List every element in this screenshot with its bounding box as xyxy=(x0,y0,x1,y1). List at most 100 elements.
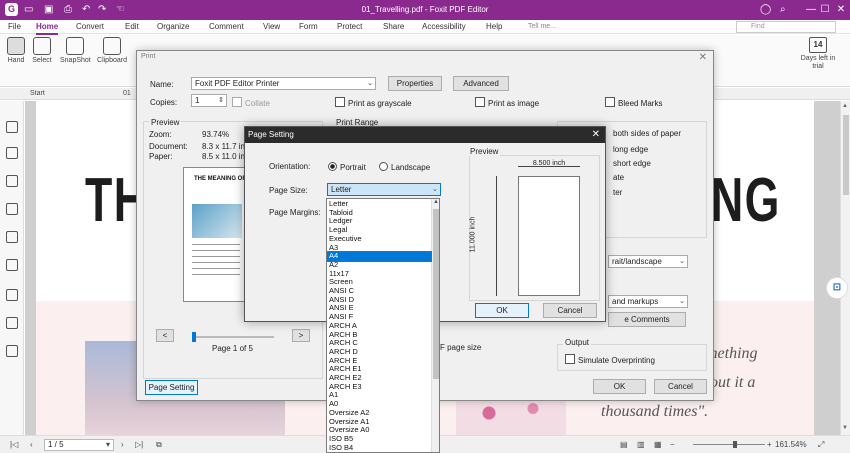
summarize-comments-button[interactable]: e Comments xyxy=(608,312,686,327)
page-number-input[interactable]: 1 / 5 xyxy=(44,439,114,451)
preview-prev-button[interactable]: < xyxy=(156,329,174,342)
comments-forms-select[interactable]: and markups ⌄ xyxy=(608,295,688,308)
prev-page-icon[interactable]: ‹ xyxy=(30,436,33,453)
tell-me-input[interactable]: Tell me... xyxy=(528,21,578,33)
content-icon[interactable] xyxy=(6,289,18,301)
chevron-down-icon: ⌄ xyxy=(679,298,685,305)
menu-share[interactable]: Share xyxy=(383,20,404,34)
comments-forms-value: and markups xyxy=(612,297,659,306)
print-as-image-checkbox[interactable]: Print as image xyxy=(475,97,539,108)
menu-accessibility[interactable]: Accessibility xyxy=(422,20,466,34)
simulate-overprinting-checkbox[interactable]: Simulate Overprinting xyxy=(565,354,655,365)
menu-convert[interactable]: Convert xyxy=(76,20,104,34)
snapshot-tool-button[interactable]: SnapShot xyxy=(60,37,91,64)
advanced-button[interactable]: Advanced xyxy=(453,76,509,91)
portrait-radio[interactable]: Portrait xyxy=(328,162,366,172)
collate-checkbox[interactable]: Collate xyxy=(232,97,270,108)
print-grayscale-checkbox[interactable]: Print as grayscale xyxy=(335,97,412,108)
pages-icon[interactable] xyxy=(6,147,18,159)
menu-comment[interactable]: Comment xyxy=(209,20,244,34)
page-setting-close-icon[interactable]: ✕ xyxy=(592,127,600,143)
quote-line-3: thousand times". xyxy=(601,403,709,420)
zoom-slider[interactable] xyxy=(693,441,765,448)
print-cancel-button[interactable]: Cancel xyxy=(654,379,707,394)
copy-view-icon[interactable]: ⧉ xyxy=(156,436,162,453)
select-tool-button[interactable]: Select xyxy=(27,37,57,64)
landscape-radio[interactable]: Landscape xyxy=(379,162,430,172)
printer-select[interactable]: Foxit PDF Editor Printer ⌄ xyxy=(191,77,376,90)
zoom-out-icon[interactable]: − xyxy=(670,436,675,453)
orientation-select[interactable]: rait/landscape ⌄ xyxy=(608,255,688,268)
find-input[interactable]: Find xyxy=(736,21,836,33)
dropdown-scroll-thumb[interactable] xyxy=(433,209,439,379)
page-dropdown-icon[interactable]: ▾ xyxy=(106,436,110,453)
width-dimension-line xyxy=(518,166,580,167)
paper-size-label: Paper: xyxy=(149,152,173,161)
close-window-button[interactable]: ✕ xyxy=(828,0,850,20)
preview-next-button[interactable]: > xyxy=(292,329,310,342)
clipboard-tool-button[interactable]: Clipboard xyxy=(97,37,127,64)
preview-thumbnail-heading: THE MEANING OF xyxy=(194,176,246,182)
menu-file[interactable]: File xyxy=(8,20,21,34)
menu-home[interactable]: Home xyxy=(36,20,59,35)
menu-edit[interactable]: Edit xyxy=(125,20,139,34)
vertical-scrollbar[interactable]: ▲ ▼ xyxy=(840,101,850,435)
search-icon[interactable]: ⌕ xyxy=(780,2,786,18)
properties-button[interactable]: Properties xyxy=(388,76,442,91)
print-ok-button[interactable]: OK xyxy=(593,379,646,394)
page-setting-titlebar: Page Setting ✕ xyxy=(245,127,605,143)
ai-assistant-icon[interactable]: ⊡ xyxy=(826,277,848,299)
zoom-value[interactable]: 161.54% xyxy=(775,436,807,453)
signature-icon[interactable] xyxy=(6,317,18,329)
page-size-option[interactable]: A3 xyxy=(327,243,431,253)
menu-protect[interactable]: Protect xyxy=(337,20,362,34)
copies-value: 1 xyxy=(195,96,200,105)
fullscreen-icon[interactable]: ⤢ xyxy=(818,436,824,453)
scroll-down-icon[interactable]: ▼ xyxy=(842,425,848,431)
bookmark-icon[interactable] xyxy=(6,121,18,133)
tags-icon[interactable] xyxy=(6,345,18,357)
security-icon[interactable] xyxy=(6,259,18,271)
dropdown-scrollbar[interactable]: ▲ xyxy=(431,199,439,452)
days-left-in-trial[interactable]: 14 Days left in trial xyxy=(796,37,840,71)
attachment-icon[interactable] xyxy=(6,231,18,243)
copies-stepper[interactable]: 1 ⇕ xyxy=(191,94,227,107)
page-size-option[interactable]: A4 xyxy=(327,251,432,262)
page-setting-title: Page Setting xyxy=(248,130,294,139)
last-page-icon[interactable]: ▷| xyxy=(135,436,143,453)
page-size-value: Letter xyxy=(331,185,352,194)
menu-organize[interactable]: Organize xyxy=(157,20,189,34)
page-setting-cancel-button[interactable]: Cancel xyxy=(543,303,597,318)
scrollbar-thumb[interactable] xyxy=(843,115,849,195)
menu-help[interactable]: Help xyxy=(486,20,502,34)
menu-form[interactable]: Form xyxy=(299,20,318,34)
tab-document[interactable]: 01 xyxy=(123,88,131,100)
scroll-up-icon[interactable]: ▲ xyxy=(842,103,848,109)
page-size-option[interactable]: ARCH E3 xyxy=(327,382,431,392)
page-size-dropdown-list[interactable]: ▲ Letter Tabloid Ledger Legal Executive A3 A4 A… xyxy=(326,198,440,453)
user-icon[interactable]: ◯ xyxy=(760,2,771,18)
page-setting-ok-button[interactable]: OK xyxy=(475,303,529,318)
page-setting-button[interactable]: Page Setting xyxy=(145,380,198,395)
scroll-up-icon[interactable]: ▲ xyxy=(433,199,439,205)
print-close-icon[interactable]: ✕ xyxy=(699,52,707,63)
menu-view[interactable]: View xyxy=(263,20,280,34)
page-size-label: Page Size: xyxy=(269,186,308,195)
next-page-icon[interactable]: › xyxy=(121,436,124,453)
preview-page-slider[interactable] xyxy=(192,332,274,342)
preview-thumbnail-image xyxy=(192,204,242,238)
page-size-option[interactable]: A1 xyxy=(327,391,431,400)
zoom-in-icon[interactable]: + xyxy=(767,436,772,453)
page-size-select[interactable]: Letter ⌄ xyxy=(327,183,441,196)
comments-icon[interactable] xyxy=(6,175,18,187)
facing-page-icon[interactable]: ▦ xyxy=(654,436,662,453)
single-page-icon[interactable]: ▤ xyxy=(620,436,628,453)
continuous-page-icon[interactable]: ▥ xyxy=(637,436,645,453)
snapshot-tool-label: SnapShot xyxy=(60,57,91,64)
layers-icon[interactable] xyxy=(6,203,18,215)
document-size-label: Document: xyxy=(149,142,188,151)
first-page-icon[interactable]: |◁ xyxy=(10,436,18,453)
tab-start[interactable]: Start xyxy=(30,88,45,100)
page-size-option[interactable]: Executive xyxy=(327,234,431,244)
bleed-marks-checkbox[interactable]: Bleed Marks xyxy=(605,97,662,108)
